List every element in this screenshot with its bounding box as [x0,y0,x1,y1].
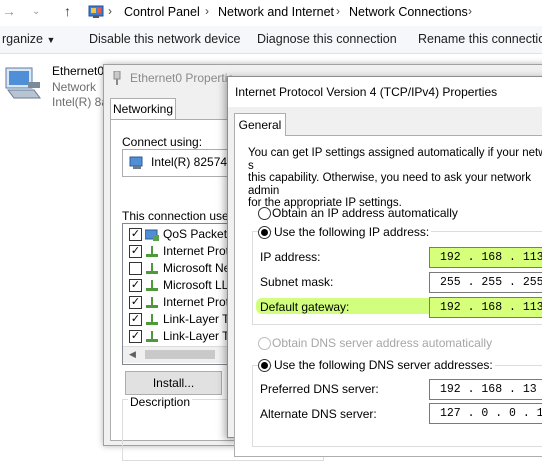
tab-networking[interactable]: Networking [110,98,176,119]
component-checkbox[interactable]: ✓ [129,279,142,292]
component-checkbox[interactable]: ✓ [129,245,142,258]
up-arrow-icon[interactable]: ↑ [64,3,71,19]
info-text: You can get IP settings assigned automat… [248,147,542,210]
subnet-mask-input[interactable]: 255 . 255 . 255 . 0 [429,272,542,293]
default-gateway-input[interactable]: 192 . 168 . 113 . 1 [429,297,542,318]
rename-button[interactable]: Rename this connection [418,32,542,46]
component-label: Microsoft LLD [163,278,238,292]
alternate-dns-input[interactable]: 127 . 0 . 0 . 1 [429,403,542,424]
adapter-status: Network [52,80,97,94]
protocol-icon [146,331,158,342]
component-label: Link-Layer To [163,329,235,343]
ethernet-dialog-title: Ethernet0 Propertie [130,71,235,85]
adapter-field-value: Intel(R) 82574L [151,155,234,169]
component-checkbox[interactable]: ✓ [129,313,142,326]
protocol-icon [146,263,158,274]
component-label: Link-Layer To [163,312,235,326]
component-checkbox[interactable] [129,262,142,275]
breadcrumb-separator: › [468,4,472,18]
command-bar: rganize ▼ Disable this network device Di… [0,26,542,54]
adapter-name[interactable]: Ethernet0 [52,64,104,78]
breadcrumb-separator: › [205,4,209,18]
disable-device-button[interactable]: Disable this network device [89,32,240,46]
obtain-ip-auto-label[interactable]: Obtain an IP address automatically [272,206,458,220]
tab-general[interactable]: General [234,113,286,136]
preferred-dns-input[interactable]: 192 . 168 . 13 . 10 [429,379,542,400]
obtain-dns-auto-label[interactable]: Obtain DNS server address automatically [272,336,492,350]
protocol-icon [146,314,158,325]
component-checkbox[interactable]: ✓ [129,228,142,241]
adapter-small-icon [129,156,143,169]
obtain-dns-auto-radio[interactable] [258,337,271,350]
info-line: this capability. Otherwise, you need to … [248,172,531,197]
ip-address-input[interactable]: 192 . 168 . 113 . 14 [429,247,542,268]
adapter-device: Intel(R) 8a [52,95,109,109]
breadcrumb-network-and-internet[interactable]: Network and Internet [218,5,334,19]
component-checkbox[interactable]: ✓ [129,330,142,343]
preferred-dns-label: Preferred DNS server: [260,382,379,396]
info-line: You can get IP settings assigned automat… [248,147,542,172]
component-label: Microsoft Net [163,261,234,275]
address-bar: → ⌄ ↑ › Control Panel › Network and Inte… [0,0,542,27]
protocol-icon [146,297,158,308]
ipv4-dialog-title: Internet Protocol Version 4 (TCP/IPv4) P… [235,85,498,99]
use-following-ip-radio[interactable] [258,226,271,239]
network-adapter-icon[interactable] [4,64,44,104]
use-following-ip-label[interactable]: Use the following IP address: [272,225,432,239]
component-label: Internet Proto [163,295,236,309]
control-panel-icon [88,5,104,18]
breadcrumb-separator: › [336,4,340,18]
recent-dropdown-icon[interactable]: ⌄ [32,6,40,17]
components-label: This connection uses t [122,209,242,223]
breadcrumb-control-panel[interactable]: Control Panel [124,5,200,19]
ipv4-properties-dialog: Internet Protocol Version 4 (TCP/IPv4) P… [227,76,542,457]
default-gateway-label: Default gateway: [260,300,350,314]
back-arrow-icon[interactable]: → [2,3,16,19]
network-cable-icon [113,71,121,85]
install-button[interactable]: Install... [125,371,222,395]
diagnose-button[interactable]: Diagnose this connection [257,32,397,46]
description-label: Description [128,395,193,409]
organize-label: rganize [2,32,43,46]
alternate-dns-label: Alternate DNS server: [260,407,377,421]
obtain-ip-auto-radio[interactable] [258,207,271,220]
qos-service-icon [145,229,159,241]
scrollbar-thumb[interactable] [145,350,215,359]
chevron-down-icon: ▼ [46,35,56,45]
ip-address-label: IP address: [260,250,321,264]
protocol-icon [146,246,158,257]
use-following-dns-radio[interactable] [258,359,271,372]
use-following-dns-label[interactable]: Use the following DNS server addresses: [272,358,495,372]
scroll-left-icon[interactable]: ◀ [129,349,136,360]
component-label: Internet Proto [163,244,236,258]
organize-button[interactable]: rganize ▼ [2,32,55,46]
protocol-icon [146,280,158,291]
connect-using-label: Connect using: [122,135,203,149]
breadcrumb-network-connections[interactable]: Network Connections [349,5,468,19]
component-checkbox[interactable]: ✓ [129,296,142,309]
subnet-mask-label: Subnet mask: [260,275,334,289]
breadcrumb-separator: › [108,4,112,18]
